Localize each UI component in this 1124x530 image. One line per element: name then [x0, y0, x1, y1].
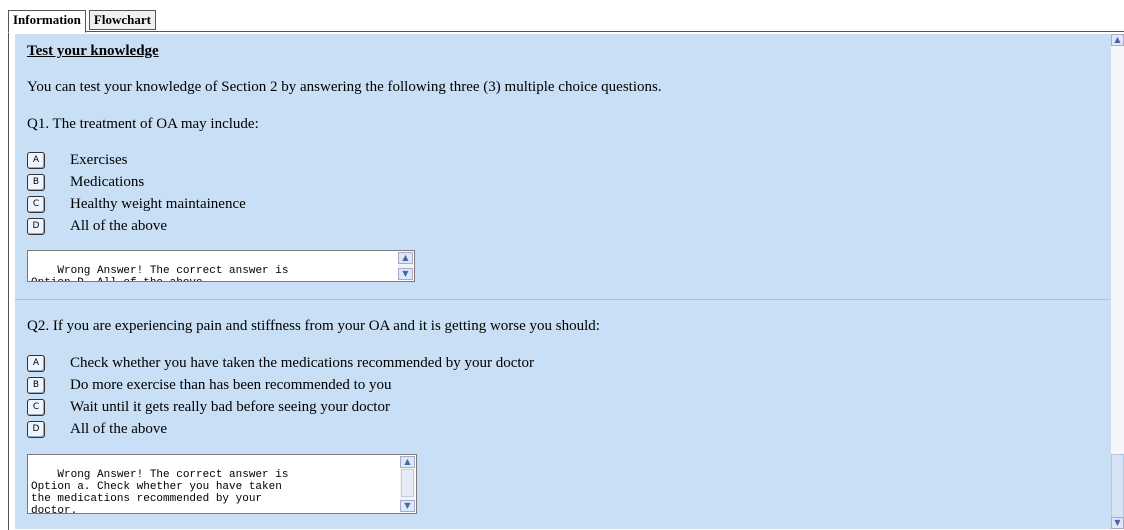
option-label: All of the above [70, 420, 168, 437]
scroll-up-icon[interactable]: ▲ [1111, 34, 1124, 46]
divider [15, 299, 1111, 300]
option-d-button[interactable]: D [27, 420, 45, 438]
question-1-text: Q1. The treatment of OA may include: [27, 116, 259, 132]
scroll-up-icon[interactable]: ▲ [400, 456, 415, 468]
page-title: Test your knowledge [27, 43, 159, 59]
scroll-down-icon[interactable]: ▼ [1111, 517, 1124, 529]
option-b-button[interactable]: B [27, 173, 45, 191]
option-row: C Healthy weight maintainence [27, 193, 246, 215]
feedback-scrollbar[interactable]: ▲ ▼ [398, 252, 413, 280]
option-c-button[interactable]: C [27, 398, 45, 416]
tab-flowchart[interactable]: Flowchart [88, 10, 156, 30]
option-row: B Do more exercise than has been recomme… [27, 374, 534, 396]
scroll-thumb[interactable] [1111, 454, 1124, 524]
option-label: Do more exercise than has been recommend… [70, 376, 392, 393]
scroll-up-icon[interactable]: ▲ [398, 252, 413, 264]
option-a-button[interactable]: A [27, 354, 45, 372]
question-1-feedback[interactable]: Wrong Answer! The correct answer is Opti… [27, 250, 415, 282]
option-row: D All of the above [27, 215, 246, 237]
scroll-down-icon[interactable]: ▼ [400, 500, 415, 512]
option-c-button[interactable]: C [27, 195, 45, 213]
feedback-text: Wrong Answer! The correct answer is Opti… [31, 469, 289, 514]
scroll-down-icon[interactable]: ▼ [398, 268, 413, 280]
tab-bar: Information Flowchart [8, 10, 156, 33]
option-b-button[interactable]: B [27, 376, 45, 394]
question-1-options: A Exercises B Medications C Healthy weig… [27, 149, 246, 237]
feedback-scrollbar[interactable]: ▲ ▼ [400, 456, 415, 512]
option-row: A Exercises [27, 149, 246, 171]
option-label: Exercises [70, 151, 128, 168]
main-scrollbar[interactable]: ▲ ▼ [1111, 34, 1124, 529]
option-row: C Wait until it gets really bad before s… [27, 396, 534, 418]
option-a-button[interactable]: A [27, 151, 45, 169]
intro-text: You can test your knowledge of Section 2… [27, 79, 662, 95]
option-label: Medications [70, 173, 145, 190]
feedback-text: Wrong Answer! The correct answer is Opti… [31, 265, 289, 281]
option-label: Wait until it gets really bad before see… [70, 398, 390, 415]
option-label: All of the above [70, 217, 168, 234]
option-row: B Medications [27, 171, 246, 193]
question-2-options: A Check whether you have taken the medic… [27, 352, 534, 440]
option-row: D All of the above [27, 418, 534, 440]
question-2-feedback[interactable]: Wrong Answer! The correct answer is Opti… [27, 454, 417, 514]
option-d-button[interactable]: D [27, 217, 45, 235]
option-label: Healthy weight maintainence [70, 195, 246, 212]
scroll-thumb[interactable] [401, 469, 414, 497]
content-panel: Test your knowledge You can test your kn… [15, 34, 1111, 529]
option-row: A Check whether you have taken the medic… [27, 352, 534, 374]
question-2-text: Q2. If you are experiencing pain and sti… [27, 318, 600, 334]
tab-information[interactable]: Information [8, 10, 86, 33]
option-label: Check whether you have taken the medicat… [70, 354, 535, 371]
